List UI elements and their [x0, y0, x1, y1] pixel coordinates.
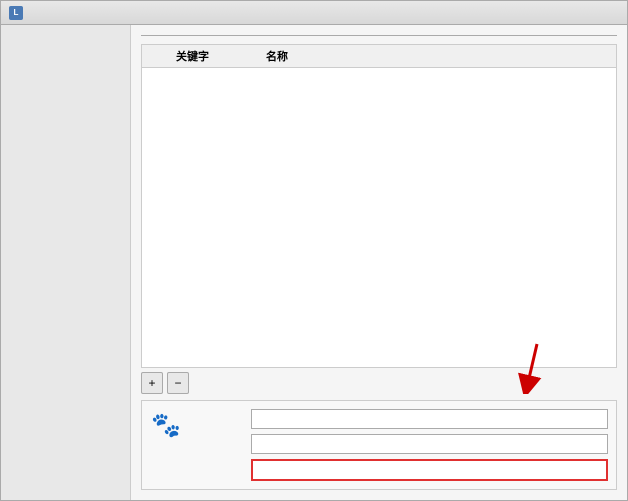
- keyword-input[interactable]: [251, 409, 608, 429]
- content-area: 关键字 名称 + −: [131, 25, 627, 500]
- app-icon: L: [9, 6, 23, 20]
- detail-fields: [190, 409, 608, 481]
- keyword-table[interactable]: 关键字 名称: [141, 44, 617, 368]
- url-field-row: [190, 459, 608, 481]
- url-input[interactable]: [251, 459, 608, 481]
- name-input[interactable]: [251, 434, 608, 454]
- tab-bar: [141, 35, 617, 36]
- main-window: L 关键字 名称 + −: [0, 0, 628, 501]
- detail-panel: 🐾: [141, 400, 617, 490]
- name-field-row: [190, 434, 608, 454]
- bottom-toolbar: + −: [141, 372, 617, 394]
- titlebar: L: [1, 1, 627, 25]
- add-button[interactable]: +: [141, 372, 163, 394]
- detail-wrapper: 🐾: [141, 394, 617, 490]
- sidebar: [1, 25, 131, 500]
- col-keyword-header: 关键字: [146, 48, 266, 64]
- detail-icon: 🐾: [150, 409, 182, 441]
- remove-button[interactable]: −: [167, 372, 189, 394]
- keyword-field-row: [190, 409, 608, 429]
- main-content: 关键字 名称 + −: [1, 25, 627, 500]
- table-header: 关键字 名称: [142, 45, 616, 68]
- col-name-header: 名称: [266, 48, 612, 64]
